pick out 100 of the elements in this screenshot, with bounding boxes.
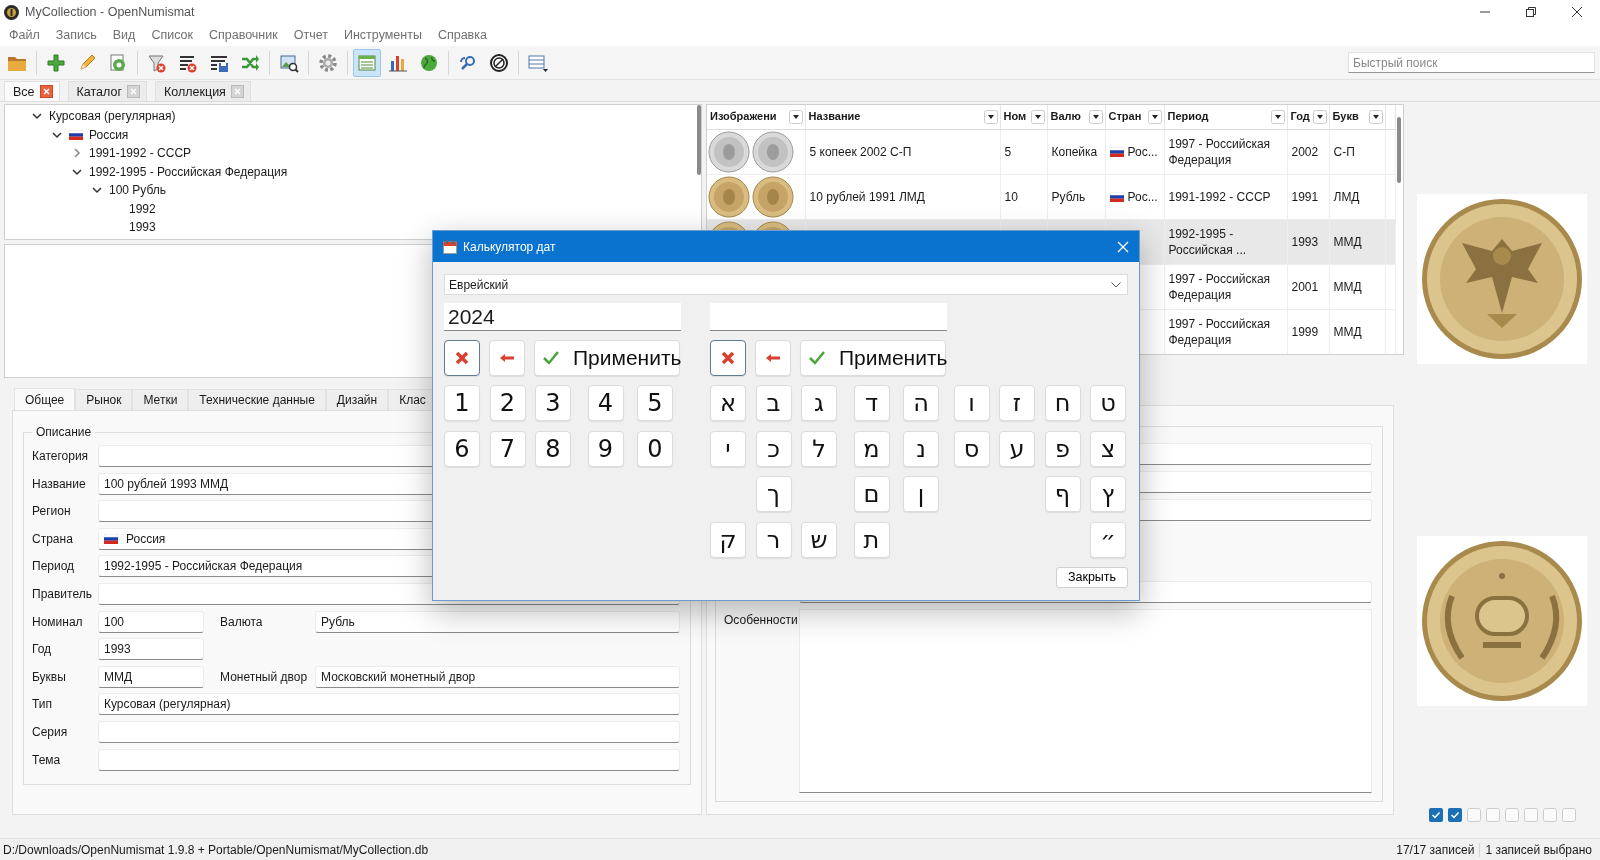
- letter-key[interactable]: ת: [853, 521, 890, 558]
- checkbox[interactable]: [1428, 808, 1443, 822]
- menu-item[interactable]: Отчет: [285, 28, 336, 42]
- dropdown-icon[interactable]: [1147, 110, 1162, 124]
- dropdown-icon[interactable]: [1368, 110, 1383, 124]
- digit-key[interactable]: 5: [637, 385, 673, 421]
- text-field[interactable]: 1993: [98, 638, 204, 661]
- chevron-right-icon[interactable]: [71, 147, 83, 160]
- tree-item[interactable]: 1993: [129, 220, 156, 235]
- tab[interactable]: Коллекция: [155, 81, 251, 101]
- column-header[interactable]: Изображени: [707, 105, 805, 130]
- column-header[interactable]: Букв: [1329, 105, 1385, 130]
- menu-item[interactable]: Справка: [429, 28, 495, 42]
- tab[interactable]: Метки: [132, 389, 189, 410]
- checkbox[interactable]: [1466, 808, 1481, 822]
- dropdown-icon[interactable]: [1088, 110, 1103, 124]
- checkbox[interactable]: [1485, 808, 1500, 822]
- text-field[interactable]: Курсовая (регулярная): [98, 693, 680, 716]
- letter-key[interactable]: ה: [903, 385, 939, 421]
- letter-key[interactable]: ל: [801, 430, 837, 467]
- close-button[interactable]: Закрыть: [1056, 566, 1128, 588]
- letter-key[interactable]: י: [710, 430, 746, 467]
- letter-key[interactable]: ר: [755, 521, 792, 558]
- dropdown-icon[interactable]: [788, 110, 803, 124]
- letter-key[interactable]: ״: [1090, 521, 1126, 558]
- text-field[interactable]: Рубль: [315, 610, 680, 633]
- checkbox[interactable]: [1504, 808, 1519, 822]
- text-field[interactable]: Московский монетный двор: [315, 665, 680, 688]
- clear-button[interactable]: [444, 340, 480, 376]
- digit-key[interactable]: 2: [489, 385, 526, 421]
- text-field[interactable]: ММД: [98, 665, 204, 688]
- close-icon[interactable]: [1572, 7, 1582, 17]
- letter-key[interactable]: ש: [801, 521, 837, 558]
- letter-key[interactable]: ך: [755, 476, 792, 512]
- letter-key[interactable]: א: [710, 385, 746, 421]
- checkbox[interactable]: [1561, 808, 1576, 822]
- letter-key[interactable]: ד: [853, 385, 890, 421]
- letter-key[interactable]: ב: [755, 385, 792, 421]
- digit-key[interactable]: 3: [535, 385, 571, 421]
- tree-item[interactable]: 1992: [129, 201, 156, 216]
- digit-key[interactable]: 6: [444, 430, 480, 467]
- tab[interactable]: Технические данные: [188, 389, 326, 410]
- apply-button[interactable]: Применить: [534, 340, 680, 376]
- dropdown-icon[interactable]: [1270, 110, 1285, 124]
- letter-key[interactable]: ס: [953, 430, 990, 467]
- letter-key[interactable]: ע: [999, 430, 1035, 467]
- letter-key[interactable]: ג: [801, 385, 837, 421]
- text-field[interactable]: [98, 720, 680, 743]
- tab[interactable]: Общее: [14, 388, 76, 410]
- checkbox[interactable]: [1542, 808, 1557, 822]
- letter-key[interactable]: פ: [1044, 430, 1081, 467]
- digit-key[interactable]: 0: [637, 430, 673, 467]
- tab[interactable]: Все: [4, 81, 60, 101]
- column-header[interactable]: Название: [805, 105, 1000, 130]
- tree-item[interactable]: 100 Рубль: [109, 183, 167, 198]
- column-header[interactable]: Валю: [1047, 105, 1105, 130]
- digit-key[interactable]: 1: [444, 385, 480, 421]
- dropdown-icon[interactable]: [1030, 110, 1045, 124]
- letter-key[interactable]: ן: [903, 476, 939, 512]
- search-field[interactable]: Быстрый поиск: [1348, 52, 1595, 73]
- table-row[interactable]: 10 рублей 1991 ЛМД 10 Рубль Рос... 1991-1992 - СССР 1991 ЛМД: [707, 174, 1395, 220]
- menu-item[interactable]: Запись: [47, 28, 105, 42]
- column-header[interactable]: Период: [1164, 105, 1287, 130]
- letter-key[interactable]: נ: [903, 430, 939, 467]
- checkbox[interactable]: [1447, 808, 1462, 822]
- menu-item[interactable]: Вид: [104, 28, 144, 42]
- backspace-button[interactable]: [489, 340, 525, 376]
- restore-icon[interactable]: [1526, 7, 1536, 17]
- letter-key[interactable]: מ: [853, 430, 890, 467]
- tab[interactable]: Каталог: [67, 81, 147, 101]
- letter-key[interactable]: צ: [1090, 430, 1126, 467]
- letter-key[interactable]: ו: [953, 385, 990, 421]
- tree-item[interactable]: Россия: [89, 127, 129, 142]
- menu-item[interactable]: Файл: [1, 28, 48, 42]
- column-header[interactable]: Стран: [1105, 105, 1164, 130]
- notes-field[interactable]: [799, 609, 1372, 793]
- menu-item[interactable]: Инструменты: [335, 28, 430, 42]
- tab[interactable]: Рынок: [75, 389, 133, 410]
- menu-item[interactable]: Справочник: [200, 28, 286, 42]
- text-field[interactable]: [98, 748, 680, 771]
- text-field[interactable]: 100: [98, 610, 204, 633]
- menu-item[interactable]: Список: [143, 28, 201, 42]
- dropdown-icon[interactable]: [1312, 110, 1327, 124]
- letter-key[interactable]: ם: [853, 476, 890, 512]
- date-input[interactable]: 2024: [444, 303, 681, 331]
- digit-key[interactable]: 4: [587, 385, 624, 421]
- letter-key[interactable]: ט: [1090, 385, 1126, 421]
- date-input[interactable]: [710, 303, 947, 331]
- letter-key[interactable]: ק: [710, 521, 746, 558]
- tab[interactable]: Дизайн: [325, 389, 389, 410]
- tree-item[interactable]: Курсовая (регулярная): [49, 109, 176, 124]
- letter-key[interactable]: כ: [755, 430, 792, 467]
- calendar-dropdown[interactable]: Еврейский: [444, 274, 1128, 295]
- digit-key[interactable]: 9: [587, 430, 624, 467]
- letter-key[interactable]: ץ: [1090, 476, 1126, 512]
- digit-key[interactable]: 7: [489, 430, 526, 467]
- dropdown-icon[interactable]: [983, 110, 998, 124]
- tree-item[interactable]: 1991-1992 - СССР: [89, 146, 192, 161]
- letter-key[interactable]: ף: [1044, 476, 1081, 512]
- apply-button[interactable]: Применить: [800, 340, 946, 376]
